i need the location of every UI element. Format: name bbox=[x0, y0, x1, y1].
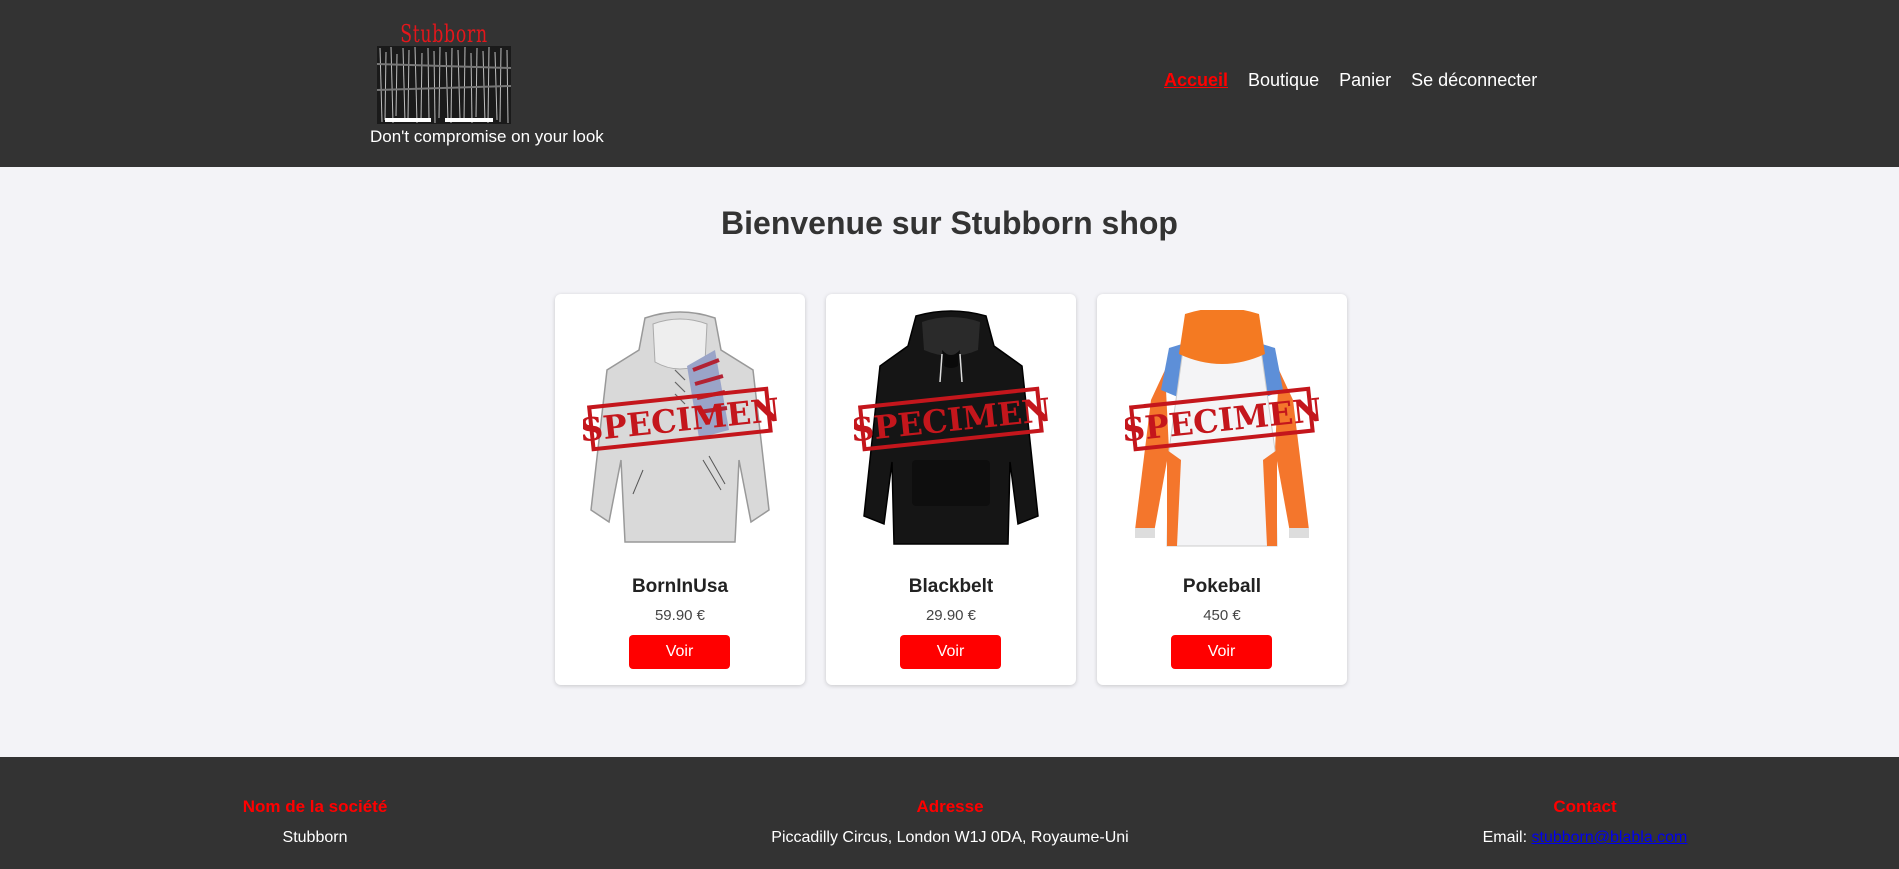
nav-link-logout[interactable]: Se déconnecter bbox=[1411, 70, 1537, 91]
footer-company-heading: Nom de la société bbox=[242, 797, 388, 816]
stubborn-logo[interactable]: Stubborn bbox=[375, 20, 513, 124]
logo-wordmark: Stubborn bbox=[400, 20, 488, 48]
footer-address-value: Piccadilly Circus, London W1J 0DA, Royau… bbox=[771, 829, 1129, 846]
footer-email-label: Email: bbox=[1482, 829, 1528, 846]
product-image-black-hoodie[interactable]: SPECIMEN bbox=[854, 310, 1048, 554]
main-nav: Accueil Boutique Panier Se déconnecter bbox=[1164, 70, 1537, 91]
product-image-grey-hoodie[interactable]: SPECIMEN bbox=[583, 310, 777, 554]
footer-address: Adresse Piccadilly Circus, London W1J 0D… bbox=[740, 797, 1160, 847]
view-product-button[interactable]: Voir bbox=[900, 635, 1001, 669]
view-product-button[interactable]: Voir bbox=[629, 635, 730, 669]
product-name: Pokeball bbox=[1182, 576, 1262, 597]
footer-contact: Contact Email: stubborn@blabla.com bbox=[1465, 797, 1705, 847]
footer-email-link[interactable]: stubborn@blabla.com bbox=[1532, 829, 1688, 846]
featured-products: SPECIMEN BornInUsa 59.90 € Voir SPECIMEN… bbox=[555, 294, 1347, 685]
product-price: 29.90 € bbox=[925, 607, 977, 624]
footer-company: Nom de la société Stubborn bbox=[230, 797, 400, 847]
footer-contact-heading: Contact bbox=[1553, 797, 1617, 816]
page-title: Bienvenue sur Stubborn shop bbox=[721, 205, 1178, 241]
product-name: BornInUsa bbox=[631, 576, 729, 597]
nav-link-panier[interactable]: Panier bbox=[1339, 70, 1391, 91]
view-product-button[interactable]: Voir bbox=[1171, 635, 1272, 669]
footer-company-value: Stubborn bbox=[282, 829, 348, 846]
site-header: Stubborn Don't compromise on your look A… bbox=[0, 0, 1899, 167]
site-tagline: Don't compromise on your look bbox=[370, 127, 604, 146]
site-footer: Nom de la société Stubborn Adresse Picca… bbox=[0, 757, 1899, 869]
logo-texture-art bbox=[377, 46, 511, 124]
product-name: Blackbelt bbox=[908, 576, 994, 597]
product-price: 59.90 € bbox=[654, 607, 706, 624]
nav-link-accueil[interactable]: Accueil bbox=[1164, 70, 1228, 91]
product-price: 450 € bbox=[1203, 607, 1241, 624]
footer-contact-line: Email: stubborn@blabla.com bbox=[1465, 829, 1705, 847]
footer-address-heading: Adresse bbox=[916, 797, 984, 816]
product-card: SPECIMEN Blackbelt 29.90 € Voir bbox=[826, 294, 1076, 685]
product-card: SPECIMEN Pokeball 450 € Voir bbox=[1097, 294, 1347, 685]
nav-link-boutique[interactable]: Boutique bbox=[1248, 70, 1319, 91]
product-image-orange-hoodie[interactable]: SPECIMEN bbox=[1125, 310, 1319, 554]
product-card: SPECIMEN BornInUsa 59.90 € Voir bbox=[555, 294, 805, 685]
